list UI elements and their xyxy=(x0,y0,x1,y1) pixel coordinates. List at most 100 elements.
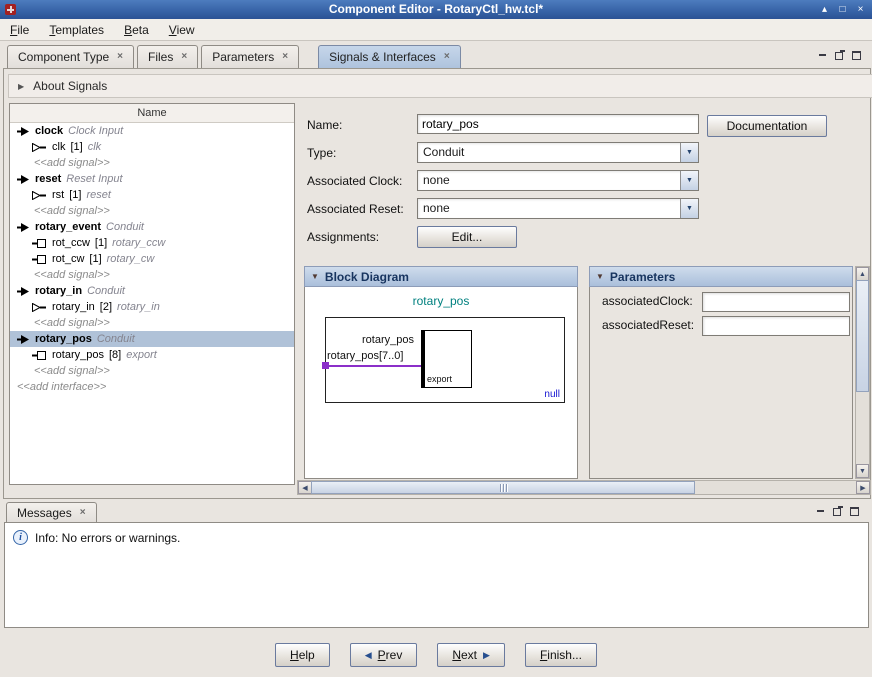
message-text: Info: No errors or warnings. xyxy=(35,531,180,545)
menu-beta[interactable]: Beta xyxy=(120,22,153,38)
associated-reset-param-label: associatedReset: xyxy=(602,316,694,334)
combo-dropdown-button[interactable]: ▼ xyxy=(680,171,698,190)
tree-item-rotary-event[interactable]: rotary_event Conduit xyxy=(10,219,294,235)
associated-clock-param-label: associatedClock: xyxy=(602,292,693,310)
minimize-panel-icon[interactable] xyxy=(817,50,828,61)
tree-item-clock[interactable]: clock Clock Input xyxy=(10,123,294,139)
maximize-panel-icon[interactable] xyxy=(851,50,862,61)
close-window-button[interactable]: × xyxy=(853,2,868,17)
shade-window-button[interactable]: ▴ xyxy=(817,2,832,17)
signal-out-icon xyxy=(32,239,47,248)
combo-dropdown-button[interactable]: ▼ xyxy=(680,199,698,218)
vertical-scrollbar[interactable]: ▲ ▼ xyxy=(855,266,870,479)
close-tab-icon[interactable]: × xyxy=(117,52,123,62)
messages-window-controls xyxy=(815,506,860,517)
about-signals-label: About Signals xyxy=(33,79,107,93)
menu-templates[interactable]: Templates xyxy=(45,22,108,38)
parameters-header[interactable]: ▼ Parameters xyxy=(589,266,853,287)
tree-item-add-interface[interactable]: <<add interface>> xyxy=(10,379,294,395)
documentation-button[interactable]: Documentation xyxy=(707,115,827,137)
tab-files[interactable]: Files × xyxy=(137,45,198,68)
tree-item-rot-cw[interactable]: rot_cw [1] rotary_cw xyxy=(10,251,294,267)
prev-button[interactable]: ◀ Prev xyxy=(350,643,418,667)
parameters-body: associatedClock: associatedReset: xyxy=(589,287,853,479)
tree-item-rst[interactable]: rst [1] reset xyxy=(10,187,294,203)
message-row[interactable]: i Info: No errors or warnings. xyxy=(5,523,868,545)
float-panel-icon[interactable] xyxy=(834,50,845,61)
interface-tree: Name clock Clock Input clk [1] clk <<add… xyxy=(9,103,295,485)
collapse-section-icon[interactable]: ▼ xyxy=(596,272,604,281)
tree-item-add-signal[interactable]: <<add signal>> xyxy=(10,363,294,379)
tree-item-rotary-pos[interactable]: rotary_pos Conduit xyxy=(10,331,294,347)
maximize-panel-icon[interactable] xyxy=(849,506,860,517)
close-tab-icon[interactable]: × xyxy=(444,52,450,62)
diagram-signal-name: rotary_pos xyxy=(362,334,414,346)
horizontal-scroll-thumb[interactable] xyxy=(311,481,695,494)
close-tab-icon[interactable]: × xyxy=(181,52,187,62)
assignments-label: Assignments: xyxy=(307,227,379,247)
next-button[interactable]: Next ▶ xyxy=(437,643,505,667)
wizard-buttons: Help ◀ Prev Next ▶ Finish... xyxy=(0,643,872,667)
name-input[interactable] xyxy=(417,114,699,134)
close-tab-icon[interactable]: × xyxy=(282,52,288,62)
tab-component-type[interactable]: Component Type × xyxy=(7,45,134,68)
diagram-module-box: rotary_pos rotary_pos[7..0] export null xyxy=(325,317,565,403)
edit-assignments-button[interactable]: Edit... xyxy=(417,226,517,248)
minimize-panel-icon[interactable] xyxy=(815,506,826,517)
tab-group-window-controls xyxy=(817,50,862,61)
scroll-left-button[interactable]: ◀ xyxy=(298,481,312,494)
diagram-null-label: null xyxy=(544,389,560,400)
collapse-section-icon[interactable]: ▼ xyxy=(311,272,319,281)
tree-item-rotary-pos-signal[interactable]: rotary_pos [8] export xyxy=(10,347,294,363)
scroll-up-button[interactable]: ▲ xyxy=(856,267,869,281)
tree-item-clk[interactable]: clk [1] clk xyxy=(10,139,294,155)
tree-column-header[interactable]: Name xyxy=(10,104,294,123)
type-combo[interactable]: Conduit ▼ xyxy=(417,142,699,163)
associated-reset-param-input[interactable] xyxy=(702,316,850,336)
scroll-down-button[interactable]: ▼ xyxy=(856,464,869,478)
expand-section-icon[interactable]: ▶ xyxy=(18,82,24,91)
associated-reset-label: Associated Reset: xyxy=(307,199,404,219)
block-diagram-header[interactable]: ▼ Block Diagram xyxy=(304,266,578,287)
associated-clock-combo[interactable]: none ▼ xyxy=(417,170,699,191)
tab-signals-interfaces[interactable]: Signals & Interfaces × xyxy=(318,45,461,68)
signal-out-icon xyxy=(32,351,47,360)
info-icon: i xyxy=(13,530,28,545)
maximize-window-button[interactable]: □ xyxy=(835,2,850,17)
diagram-bus-label: rotary_pos[7..0] xyxy=(327,350,403,362)
tree-item-rot-ccw[interactable]: rot_ccw [1] rotary_ccw xyxy=(10,235,294,251)
diagram-instance-name: rotary_pos xyxy=(305,294,577,308)
tree-item-reset[interactable]: reset Reset Input xyxy=(10,171,294,187)
associated-clock-param-input[interactable] xyxy=(702,292,850,312)
signal-wire xyxy=(325,365,422,367)
tree-item-rotary-in-signal[interactable]: rotary_in [2] rotary_in xyxy=(10,299,294,315)
combo-dropdown-button[interactable]: ▼ xyxy=(680,143,698,162)
close-tab-icon[interactable]: × xyxy=(80,508,86,518)
next-arrow-icon: ▶ xyxy=(483,650,490,661)
tree-item-rotary-in[interactable]: rotary_in Conduit xyxy=(10,283,294,299)
associated-reset-combo[interactable]: none ▼ xyxy=(417,198,699,219)
tree-item-add-signal[interactable]: <<add signal>> xyxy=(10,315,294,331)
block-diagram-canvas: rotary_pos rotary_pos rotary_pos[7..0] e… xyxy=(304,287,578,479)
about-signals-section[interactable]: ▶ About Signals xyxy=(8,74,872,98)
tree-item-add-signal[interactable]: <<add signal>> xyxy=(10,267,294,283)
help-button[interactable]: Help xyxy=(275,643,330,667)
vertical-scroll-thumb[interactable] xyxy=(856,280,869,392)
window-title: Component Editor - RotaryCtl_hw.tcl* xyxy=(0,0,872,19)
menu-file[interactable]: File xyxy=(6,22,33,38)
associated-clock-label: Associated Clock: xyxy=(307,171,402,191)
chevron-down-icon: ▼ xyxy=(686,205,693,212)
tree-item-add-signal[interactable]: <<add signal>> xyxy=(10,155,294,171)
signals-interfaces-pane: ▶ About Signals Name clock Clock Input c… xyxy=(3,68,871,499)
float-panel-icon[interactable] xyxy=(832,506,843,517)
horizontal-scrollbar[interactable]: ◀ ▶ xyxy=(297,480,871,495)
prev-arrow-icon: ◀ xyxy=(365,650,372,661)
title-bar[interactable]: Component Editor - RotaryCtl_hw.tcl* ▴ □… xyxy=(0,0,872,19)
tree-item-add-signal[interactable]: <<add signal>> xyxy=(10,203,294,219)
tab-parameters[interactable]: Parameters × xyxy=(201,45,299,68)
scroll-right-button[interactable]: ▶ xyxy=(856,481,870,494)
tab-messages[interactable]: Messages × xyxy=(6,502,97,523)
interface-icon xyxy=(17,175,30,184)
finish-button[interactable]: Finish... xyxy=(525,643,597,667)
menu-view[interactable]: View xyxy=(165,22,199,38)
